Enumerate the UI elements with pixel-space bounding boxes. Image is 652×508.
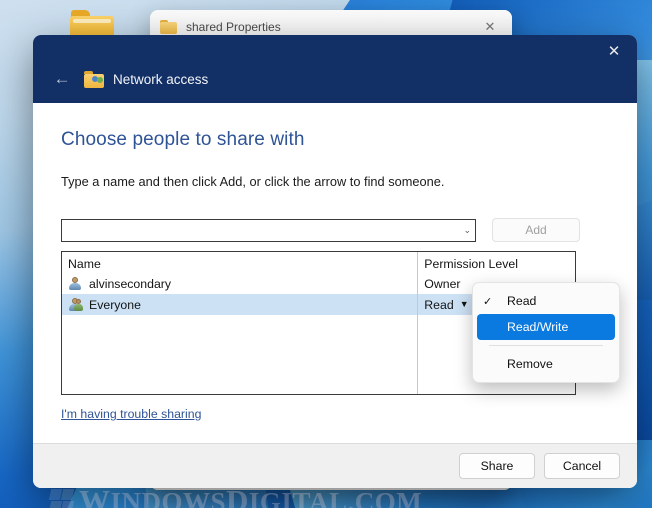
menu-item-read[interactable]: ✓ Read	[477, 288, 615, 314]
folder-icon	[160, 20, 177, 34]
properties-window-title: shared Properties	[186, 20, 281, 34]
menu-item-label: Read	[507, 294, 537, 308]
network-share-folder-icon	[84, 70, 104, 88]
dialog-title: Network access	[113, 71, 209, 87]
page-title: Choose people to share with	[61, 129, 305, 150]
menu-item-read-write[interactable]: Read/Write	[477, 314, 615, 340]
dialog-body: Choose people to share with Type a name …	[33, 103, 637, 508]
name-input[interactable]	[62, 223, 454, 237]
back-arrow-icon[interactable]: ←	[50, 67, 74, 91]
desktop: shared Properties ✕ ✕ ← Network access C…	[0, 0, 652, 508]
chevron-down-icon[interactable]: ▼	[460, 300, 469, 309]
menu-separator	[489, 345, 603, 346]
add-button[interactable]: Add	[492, 218, 580, 242]
permission-level-menu[interactable]: ✓ Read Read/Write Remove	[472, 282, 620, 383]
name-combobox[interactable]: ⌄	[61, 218, 476, 242]
dialog-footer: Share Cancel	[33, 443, 637, 488]
check-icon: ✓	[483, 295, 493, 308]
trouble-sharing-link[interactable]: I'm having trouble sharing	[61, 407, 201, 421]
network-access-dialog: ✕ ← Network access Choose people to shar…	[33, 35, 637, 508]
menu-item-label: Read/Write	[507, 320, 569, 334]
row-permission-label: Owner	[424, 276, 461, 291]
row-permission-label: Read	[424, 297, 454, 312]
user-icon	[68, 276, 83, 291]
chevron-down-icon[interactable]: ⌄	[463, 220, 471, 241]
row-name-cell: alvinsecondary	[62, 276, 416, 291]
row-name-label: alvinsecondary	[89, 276, 172, 291]
share-button[interactable]: Share	[459, 453, 535, 479]
row-name-label: Everyone	[89, 297, 141, 312]
folder-lip	[73, 19, 111, 23]
group-icon	[68, 297, 83, 312]
column-divider	[417, 252, 418, 394]
instruction-text: Type a name and then click Add, or click…	[61, 174, 445, 189]
menu-item-label: Remove	[507, 357, 553, 371]
add-person-row: ⌄ Add	[61, 218, 609, 242]
dialog-nav: ← Network access	[33, 67, 209, 103]
column-header-name: Name	[68, 256, 101, 271]
cancel-button[interactable]: Cancel	[544, 453, 620, 479]
menu-item-remove[interactable]: Remove	[477, 351, 615, 377]
close-icon[interactable]: ✕	[591, 35, 637, 67]
column-header-permission: Permission Level	[424, 256, 518, 271]
dialog-header: ✕ ← Network access	[33, 35, 637, 103]
row-name-cell: Everyone	[62, 297, 416, 312]
list-header-row: Name Permission Level	[62, 252, 575, 273]
